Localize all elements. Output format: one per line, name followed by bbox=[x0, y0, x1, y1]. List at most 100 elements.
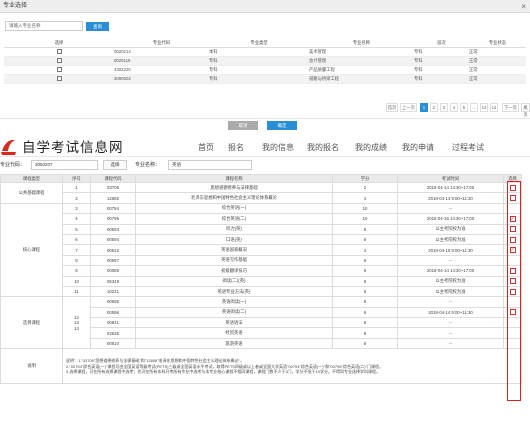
pager-button[interactable]: 13 bbox=[480, 103, 488, 112]
table-row: 2 12656 毛泽东思想和中国特色社会主义理论体系概论 4 2018-04-14 9:… bbox=[1, 192, 522, 204]
course-time-cell: 2018-04-15 14:30~17:00 bbox=[397, 213, 504, 225]
course-select-checkbox[interactable] bbox=[509, 236, 516, 243]
major-type-cell: 专科 bbox=[209, 56, 309, 66]
table-row: 8 00597 英语写作基础 6 -- bbox=[1, 254, 522, 267]
table-row: 核心课程 3 00794 综合英语(一) 10 -- bbox=[0, 202, 522, 298]
course-credit-cell: 6 bbox=[332, 275, 398, 287]
course-time-cell: 2018-04-14 9:00~11:30 bbox=[397, 192, 504, 204]
course-no-cell: 5 bbox=[62, 223, 91, 235]
course-select-checkbox[interactable] bbox=[509, 184, 516, 191]
course-code-cell: 00596 bbox=[90, 306, 136, 319]
course-time-cell: 2018-04-14 9:00~11:30 bbox=[397, 306, 504, 319]
major-code-label: 专业代码： bbox=[0, 162, 26, 168]
course-time-cell: -- bbox=[397, 202, 504, 215]
course-select-cell bbox=[503, 265, 522, 277]
course-select-checkbox[interactable] bbox=[509, 288, 516, 295]
course-name-cell: 英语写作基础 bbox=[135, 254, 333, 267]
table-row[interactable]: 4302220 专科 产品质量工程 专科 正常 bbox=[4, 65, 526, 75]
course-time-cell: 2018-04-14 14:30~17:00 bbox=[397, 181, 504, 194]
nav-item[interactable]: 我的申请 bbox=[402, 142, 434, 153]
course-code-cell: 00794 bbox=[90, 202, 136, 215]
table-row[interactable]: 0020116 专科 会计管理 专科 正常 bbox=[4, 56, 526, 66]
pager-button[interactable]: 4 bbox=[450, 103, 458, 112]
major-select-checkbox[interactable] bbox=[56, 67, 62, 73]
course-no-cell: 4 bbox=[62, 213, 91, 225]
search-button[interactable]: 查询 bbox=[86, 22, 109, 31]
pager-button[interactable]: 首页 bbox=[386, 103, 398, 112]
course-no-cell: 9 bbox=[62, 265, 91, 277]
course-select-cell bbox=[503, 181, 522, 194]
nav-item[interactable]: 我的信息 bbox=[262, 142, 294, 153]
course-select-checkbox[interactable] bbox=[509, 309, 516, 316]
pager-button[interactable]: 14 bbox=[490, 103, 498, 112]
major-select-checkbox[interactable] bbox=[56, 76, 62, 82]
course-code-cell: 12656 bbox=[90, 192, 136, 204]
course-table-header: 课程类型 bbox=[0, 174, 63, 183]
nav-item[interactable]: 我的成绩 bbox=[355, 142, 387, 153]
course-time-cell: -- bbox=[397, 317, 504, 329]
note-row: 说明 说明：1."03706"思想道德修养与法律基础"和"12656"毛泽东思想和… bbox=[0, 348, 522, 385]
table-row[interactable]: 3090602 专科 道路与桥梁工程 专科 正常 bbox=[4, 74, 526, 84]
pager-button[interactable]: 尾页 bbox=[521, 103, 530, 117]
course-name-cell: 综合英语(二) bbox=[135, 213, 333, 225]
course-code-cell: 00831 bbox=[90, 317, 136, 329]
course-credit-cell: 6 bbox=[332, 223, 398, 235]
search-input[interactable]: 请输入专业名称 bbox=[5, 21, 83, 31]
course-no-cell: 8 bbox=[62, 254, 91, 267]
table-row: 5 00593 听力(英) 6 以主考院校为准 bbox=[1, 223, 522, 235]
course-code-cell: 00610 bbox=[90, 337, 136, 350]
course-credit-cell: 4 bbox=[332, 192, 398, 204]
course-credit-cell: 2 bbox=[332, 181, 398, 194]
course-name-cell: 初级翻译技巧 bbox=[135, 265, 333, 277]
table-row[interactable]: 0020214 本科 美术管理 专科 正常 bbox=[4, 47, 526, 57]
major-code-input[interactable]: 3050207 bbox=[31, 160, 98, 170]
logo-icon bbox=[1, 139, 16, 155]
course-select-checkbox[interactable] bbox=[509, 226, 516, 233]
pager-button[interactable]: 下一页 bbox=[502, 103, 519, 112]
confirm-button[interactable]: 确定 bbox=[267, 121, 297, 130]
close-icon[interactable]: × bbox=[521, 2, 526, 11]
major-code-cell: 0020214 bbox=[114, 47, 209, 57]
major-select-checkbox[interactable] bbox=[56, 49, 62, 55]
pager-button[interactable]: 3 bbox=[440, 103, 448, 112]
pager-button[interactable]: 1 bbox=[420, 103, 428, 112]
course-select-checkbox[interactable]: ✓ bbox=[509, 247, 516, 254]
major-type-cell: 本科 bbox=[209, 47, 309, 57]
nav-item[interactable]: 我的报名 bbox=[307, 142, 339, 153]
course-credit-cell: 6 bbox=[332, 337, 398, 350]
pager-button[interactable]: 2 bbox=[430, 103, 438, 112]
course-credit-cell: 6 bbox=[332, 254, 398, 267]
course-name-cell: 旅游英语 bbox=[135, 337, 333, 350]
course-time-cell: 以主考院校为准 bbox=[397, 233, 504, 246]
course-select-checkbox[interactable] bbox=[509, 278, 516, 285]
course-code-cell: 00593 bbox=[90, 223, 136, 235]
course-table-header: 选择 bbox=[503, 174, 522, 183]
nav-item[interactable]: 首页 bbox=[198, 142, 214, 153]
nav-item[interactable]: 报名 bbox=[228, 142, 244, 153]
course-name-cell: 听力(英) bbox=[135, 223, 333, 235]
major-select-checkbox[interactable] bbox=[56, 58, 62, 64]
pager-button[interactable]: 上一页 bbox=[400, 103, 417, 112]
table-row: 7 00522 英语国家概况 4 2018-04-15 9:00~11:30 ✓ bbox=[1, 244, 522, 256]
table-row: 公共基础课程 1 03706 思想道德修养与法律基础 2 2018-04-14 14:30… bbox=[0, 181, 522, 204]
nav-item[interactable]: 过程考试 bbox=[452, 142, 484, 153]
course-select-checkbox[interactable] bbox=[509, 267, 516, 274]
cancel-button[interactable]: 取消 bbox=[228, 121, 258, 130]
pager-button[interactable]: ... bbox=[470, 103, 478, 112]
pager-button[interactable]: 5 bbox=[460, 103, 468, 112]
course-code-cell: 05348 bbox=[90, 275, 136, 287]
course-code-cell: 00595 bbox=[90, 296, 136, 308]
major-code-cell: 4302220 bbox=[114, 65, 209, 75]
select-major-button[interactable]: 选择 bbox=[103, 160, 127, 170]
major-table-header: 专业代码 bbox=[114, 40, 209, 48]
course-code-cell: 03706 bbox=[90, 181, 136, 194]
major-level-cell: 专科 bbox=[414, 56, 469, 66]
major-name-input[interactable]: 英语 bbox=[168, 160, 252, 170]
course-time-cell: -- bbox=[397, 337, 504, 350]
table-row: 9 00089 初级翻译技巧 6 2018-04-14 14:30~17:00 bbox=[1, 265, 522, 277]
select-cell bbox=[4, 74, 114, 84]
course-time-cell: 以主考院校为准 bbox=[397, 223, 504, 235]
course-select-checkbox[interactable]: ✓ bbox=[509, 215, 516, 222]
major-level-cell: 专科 bbox=[414, 74, 469, 84]
course-select-checkbox[interactable] bbox=[509, 195, 516, 202]
